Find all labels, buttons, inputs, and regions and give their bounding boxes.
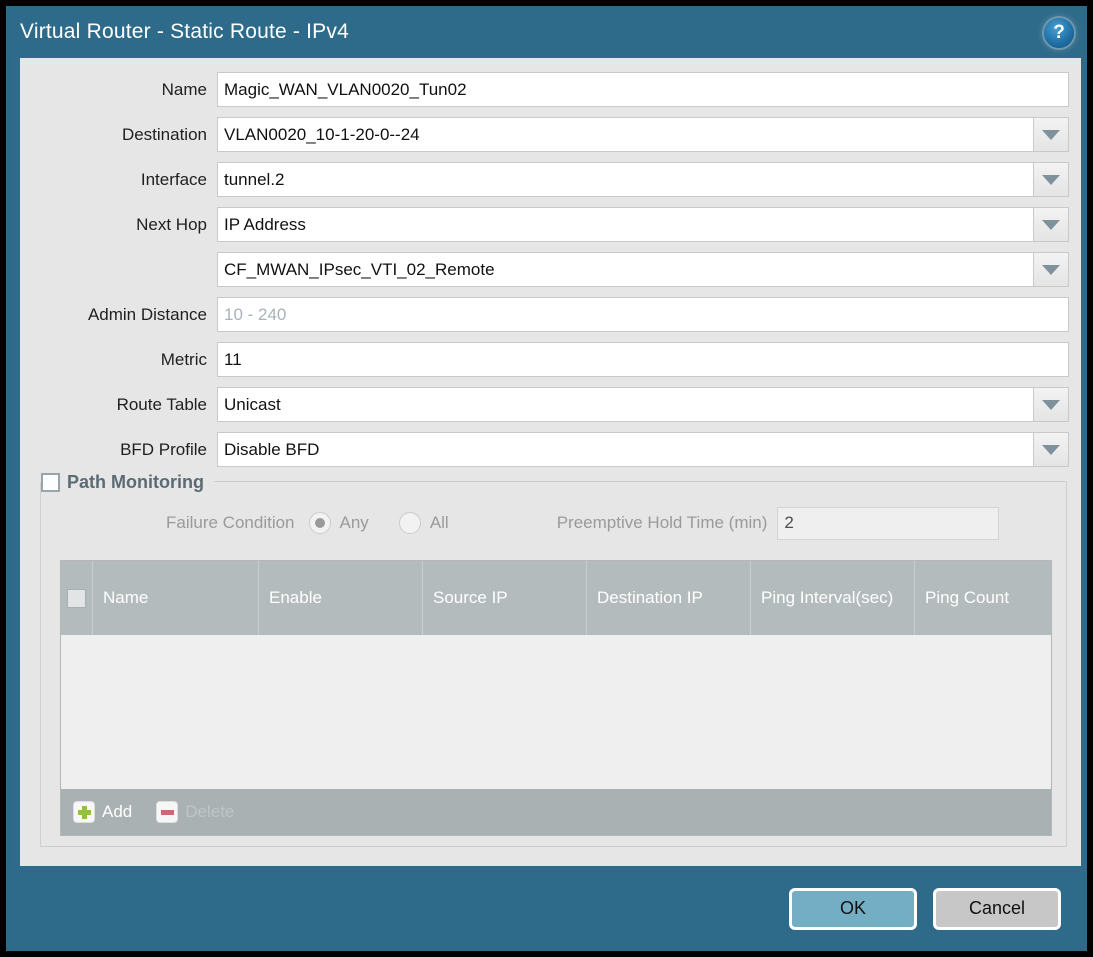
label-destination: Destination	[20, 125, 217, 145]
select-all-checkbox[interactable]	[67, 589, 86, 608]
bfd-profile-input[interactable]: Disable BFD	[217, 432, 1033, 467]
label-metric: Metric	[20, 350, 217, 370]
field-next-hop-address: CF_MWAN_IPsec_VTI_02_Remote	[217, 252, 1069, 287]
form-row-next-hop-address: CF_MWAN_IPsec_VTI_02_Remote	[20, 247, 1081, 292]
bfd-profile-dropdown-button[interactable]	[1033, 432, 1069, 467]
dialog-titlebar: Virtual Router - Static Route - IPv4 ?	[6, 6, 1087, 58]
label-next-hop: Next Hop	[20, 215, 217, 235]
route-table-input[interactable]: Unicast	[217, 387, 1033, 422]
delete-button-label: Delete	[185, 802, 234, 822]
label-name: Name	[20, 80, 217, 100]
metric-input[interactable]: 11	[217, 342, 1069, 377]
chevron-down-icon	[1042, 220, 1060, 230]
form-row-bfd-profile: BFD Profile Disable BFD	[20, 427, 1081, 472]
path-monitoring-checkbox[interactable]	[41, 473, 60, 492]
dialog-title: Virtual Router - Static Route - IPv4	[6, 20, 349, 44]
column-header-ping-count[interactable]: Ping Count	[915, 561, 1051, 635]
failure-condition-all-label: All	[430, 513, 449, 533]
path-monitoring-label: Path Monitoring	[67, 472, 204, 493]
column-header-name[interactable]: Name	[93, 561, 259, 635]
chevron-down-icon	[1042, 175, 1060, 185]
destination-input[interactable]: VLAN0020_10-1-20-0--24	[217, 117, 1033, 152]
column-header-destination-ip[interactable]: Destination IP	[587, 561, 751, 635]
add-button-label: Add	[102, 802, 132, 822]
field-interface: tunnel.2	[217, 162, 1069, 197]
table-header-row: Name Enable Source IP Destination IP Pin…	[61, 561, 1051, 635]
route-table-dropdown-button[interactable]	[1033, 387, 1069, 422]
path-monitoring-section: Path Monitoring Failure Condition Any Al…	[40, 482, 1067, 847]
field-name: Magic_WAN_VLAN0020_Tun02	[217, 72, 1069, 107]
dialog-footer: OK Cancel	[6, 866, 1087, 951]
form-row-metric: Metric 11	[20, 337, 1081, 382]
field-route-table: Unicast	[217, 387, 1069, 422]
monitor-destinations-table: Name Enable Source IP Destination IP Pin…	[60, 560, 1052, 836]
delete-button[interactable]: Delete	[156, 801, 234, 823]
column-header-source-ip[interactable]: Source IP	[423, 561, 587, 635]
next-hop-address-input[interactable]: CF_MWAN_IPsec_VTI_02_Remote	[217, 252, 1033, 287]
form-row-interface: Interface tunnel.2	[20, 157, 1081, 202]
field-destination: VLAN0020_10-1-20-0--24	[217, 117, 1069, 152]
table-toolbar: Add Delete	[61, 789, 1051, 835]
add-button[interactable]: Add	[73, 801, 132, 823]
chevron-down-icon	[1042, 265, 1060, 275]
next-hop-type-dropdown-button[interactable]	[1033, 207, 1069, 242]
column-header-enable[interactable]: Enable	[259, 561, 423, 635]
form-row-next-hop: Next Hop IP Address	[20, 202, 1081, 247]
failure-condition-radio-any[interactable]	[309, 512, 331, 534]
minus-icon	[156, 801, 178, 823]
label-route-table: Route Table	[20, 395, 217, 415]
interface-dropdown-button[interactable]	[1033, 162, 1069, 197]
column-header-ping-interval[interactable]: Ping Interval(sec)	[751, 561, 915, 635]
chevron-down-icon	[1042, 400, 1060, 410]
cancel-button[interactable]: Cancel	[933, 888, 1061, 930]
next-hop-type-input[interactable]: IP Address	[217, 207, 1033, 242]
static-route-form: Name Magic_WAN_VLAN0020_Tun02 Destinatio…	[20, 58, 1081, 472]
failure-condition-label: Failure Condition	[166, 513, 295, 533]
radio-dot	[315, 518, 325, 528]
form-row-admin-distance: Admin Distance 10 - 240	[20, 292, 1081, 337]
table-body	[61, 635, 1051, 789]
name-input[interactable]: Magic_WAN_VLAN0020_Tun02	[217, 72, 1069, 107]
destination-dropdown-button[interactable]	[1033, 117, 1069, 152]
label-bfd-profile: BFD Profile	[20, 440, 217, 460]
field-metric: 11	[217, 342, 1069, 377]
next-hop-address-dropdown-button[interactable]	[1033, 252, 1069, 287]
field-admin-distance: 10 - 240	[217, 297, 1069, 332]
plus-icon	[73, 801, 95, 823]
failure-condition-any-label: Any	[340, 513, 369, 533]
dialog-content: Name Magic_WAN_VLAN0020_Tun02 Destinatio…	[12, 58, 1081, 866]
preemptive-hold-time-input[interactable]: 2	[777, 507, 999, 540]
chevron-down-icon	[1042, 130, 1060, 140]
field-bfd-profile: Disable BFD	[217, 432, 1069, 467]
field-next-hop: IP Address	[217, 207, 1069, 242]
form-row-route-table: Route Table Unicast	[20, 382, 1081, 427]
chevron-down-icon	[1042, 445, 1060, 455]
path-monitoring-legend: Path Monitoring	[41, 469, 214, 495]
label-interface: Interface	[20, 170, 217, 190]
ok-button[interactable]: OK	[789, 888, 917, 930]
table-select-all-header[interactable]	[61, 561, 93, 635]
failure-condition-radio-all[interactable]	[399, 512, 421, 534]
help-icon-glyph: ?	[1053, 23, 1065, 42]
label-admin-distance: Admin Distance	[20, 305, 217, 325]
interface-input[interactable]: tunnel.2	[217, 162, 1033, 197]
static-route-dialog: Virtual Router - Static Route - IPv4 ? N…	[6, 6, 1087, 951]
admin-distance-input[interactable]: 10 - 240	[217, 297, 1069, 332]
form-row-destination: Destination VLAN0020_10-1-20-0--24	[20, 112, 1081, 157]
preemptive-hold-time-label: Preemptive Hold Time (min)	[557, 513, 768, 533]
dialog-body-wrapper: Name Magic_WAN_VLAN0020_Tun02 Destinatio…	[6, 58, 1087, 866]
form-row-name: Name Magic_WAN_VLAN0020_Tun02	[20, 67, 1081, 112]
help-icon[interactable]: ?	[1044, 18, 1074, 48]
